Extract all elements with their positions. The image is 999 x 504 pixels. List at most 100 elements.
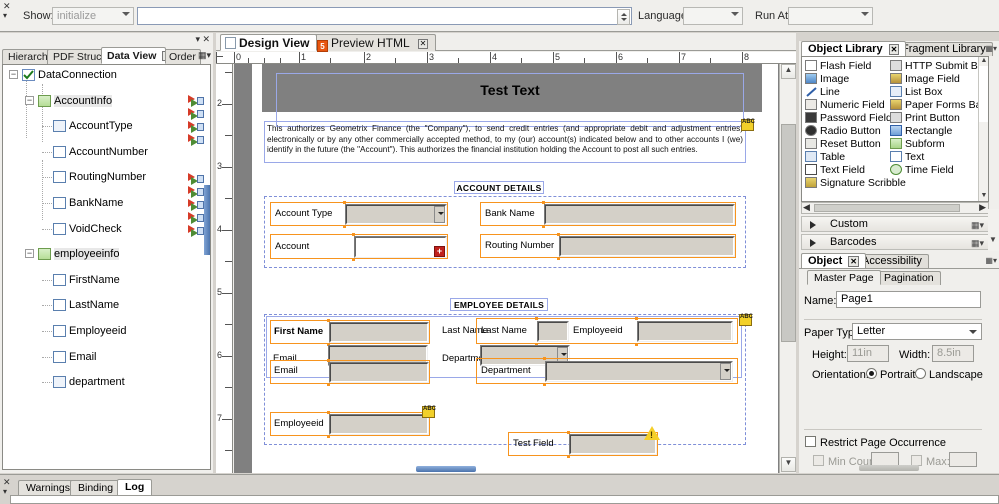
tree-node-email[interactable]: Email xyxy=(3,350,210,364)
scroll-thumb[interactable] xyxy=(814,204,960,212)
page-name-input[interactable]: Page1 xyxy=(836,291,981,308)
scroll-down-icon[interactable]: ▼ xyxy=(989,235,997,244)
employeeid-bottom-input[interactable] xyxy=(329,414,429,435)
tree-node-accountinfo[interactable]: − AccountInfo xyxy=(3,94,210,108)
scroll-left-icon[interactable]: ◀ xyxy=(803,202,810,213)
resize-handle[interactable] xyxy=(327,319,330,322)
library-item-text-field[interactable]: Text Field xyxy=(805,164,865,176)
resize-handle[interactable] xyxy=(635,317,638,320)
canvas-horizontal-scroll-thumb[interactable] xyxy=(416,466,476,472)
library-sections-scrollbar[interactable]: ▼ xyxy=(988,209,999,251)
resize-handle[interactable] xyxy=(327,383,330,386)
left-panel-controls[interactable]: ▾ ✕ xyxy=(195,34,210,45)
library-item-image-field[interactable]: Image Field xyxy=(890,73,960,85)
last-name-field-group[interactable]: Last Name Employeeid xyxy=(476,317,738,346)
resize-handle[interactable] xyxy=(542,201,545,204)
bank-name-input[interactable] xyxy=(544,204,735,225)
first-name-input[interactable] xyxy=(329,322,429,343)
resize-handle[interactable] xyxy=(535,317,538,320)
tab-object[interactable]: Object ✕ xyxy=(801,253,866,268)
min-count-checkbox[interactable] xyxy=(813,455,824,466)
scroll-down-icon[interactable]: ▼ xyxy=(781,457,796,472)
tab-preview-html[interactable]: 5 Preview HTML ✕ xyxy=(312,34,437,52)
resize-handle[interactable] xyxy=(352,233,355,236)
employeeid-input[interactable] xyxy=(637,321,733,342)
resize-handle[interactable] xyxy=(343,225,346,228)
section-menu-icon[interactable]: ▦▾ xyxy=(971,236,984,250)
tree-node-lastname[interactable]: LastName xyxy=(3,299,210,312)
tab-fragment-library[interactable]: Fragment Library xyxy=(895,42,993,56)
left-panel-splitter-handle[interactable] xyxy=(204,185,210,255)
close-icon[interactable]: ✕ xyxy=(3,478,13,487)
tree-node-routingnumber[interactable]: RoutingNumber xyxy=(3,171,210,184)
library-item-text[interactable]: Text xyxy=(890,151,924,163)
close-icon[interactable]: ✕ xyxy=(162,51,165,61)
object-library-list[interactable]: Flash Field Image Line Numeric Field Pas… xyxy=(801,56,989,202)
collapse-icon[interactable]: − xyxy=(25,95,34,105)
library-item-password-field[interactable]: Password Field xyxy=(805,112,892,124)
first-name-field-group[interactable]: First Name xyxy=(270,319,430,346)
max-input[interactable] xyxy=(949,452,977,467)
account-field-group[interactable]: Account + xyxy=(270,233,448,261)
script-expression-input[interactable] xyxy=(137,7,632,25)
scroll-thumb[interactable] xyxy=(979,66,988,122)
resize-handle[interactable] xyxy=(543,357,546,360)
tab-warnings[interactable]: Warnings xyxy=(18,480,78,495)
close-icon[interactable]: ✕ xyxy=(3,2,13,11)
collapse-icon[interactable]: − xyxy=(25,249,34,259)
library-item-image[interactable]: Image xyxy=(805,73,849,85)
resize-handle[interactable] xyxy=(557,257,560,260)
email-input[interactable] xyxy=(329,362,429,383)
data-tree[interactable]: − DataConnection − AccountInfo AccountTy… xyxy=(2,64,211,470)
page-width-input[interactable]: 8.5in xyxy=(932,345,974,362)
tab-log[interactable]: Log xyxy=(117,479,153,495)
resize-handle[interactable] xyxy=(567,431,570,434)
script-bar-close-controls[interactable]: ✕ ▾ xyxy=(3,2,13,21)
employeeid-bottom-field-group[interactable]: Employeeid xyxy=(270,411,430,438)
tree-node-voidcheck[interactable]: VoidCheck xyxy=(3,222,210,236)
language-dropdown[interactable] xyxy=(683,7,743,25)
bank-name-field-group[interactable]: Bank Name xyxy=(480,201,736,228)
scroll-right-icon[interactable]: ▶ xyxy=(979,202,986,213)
runat-dropdown[interactable] xyxy=(788,7,873,25)
resize-handle[interactable] xyxy=(343,201,346,204)
orientation-landscape-radio[interactable] xyxy=(915,368,926,379)
resize-handle[interactable] xyxy=(327,411,330,414)
chevron-down-icon[interactable] xyxy=(434,206,445,223)
tab-order[interactable]: Order xyxy=(163,49,201,64)
resize-handle[interactable] xyxy=(542,225,545,228)
tab-object-library[interactable]: Object Library ✕ xyxy=(801,41,907,56)
library-tab-menu-icon[interactable]: ▦▾ xyxy=(985,44,997,53)
chevron-down-icon[interactable]: ▾ xyxy=(3,11,13,20)
object-panel-splitter-handle[interactable] xyxy=(859,465,919,471)
tree-node-employeeid[interactable]: Employeeid xyxy=(3,324,210,338)
resize-handle[interactable] xyxy=(327,359,330,362)
library-item-line[interactable]: Line xyxy=(805,86,840,98)
tab-design-view[interactable]: Design View xyxy=(220,34,318,51)
vertical-ruler[interactable]: 2 3 4 5 6 7 xyxy=(216,64,233,473)
routing-number-input[interactable] xyxy=(559,236,735,257)
resize-handle[interactable] xyxy=(557,233,560,236)
library-item-signature-scribble[interactable]: Signature Scribble xyxy=(805,177,906,189)
library-item-http-submit-button[interactable]: HTTP Submit Butto xyxy=(890,60,988,72)
library-item-reset-button[interactable]: Reset Button xyxy=(805,138,881,150)
department-dropdown[interactable] xyxy=(545,361,733,382)
paper-type-dropdown[interactable]: Letter xyxy=(852,323,982,340)
account-type-dropdown[interactable] xyxy=(345,204,447,225)
resize-handle[interactable] xyxy=(543,383,546,386)
resize-handle[interactable] xyxy=(567,455,570,458)
department-field-group[interactable]: Department xyxy=(476,357,738,386)
tree-node-employeeinfo[interactable]: − employeeinfo xyxy=(3,248,210,261)
library-item-time-field[interactable]: Time Field xyxy=(890,164,954,176)
tab-data-view[interactable]: Data View ✕ xyxy=(101,47,166,64)
tab-accessibility[interactable]: Accessibility xyxy=(855,254,929,268)
spinner-icon[interactable] xyxy=(617,9,630,25)
library-vertical-scrollbar[interactable]: ▲ ▼ xyxy=(978,57,988,201)
scroll-up-icon[interactable]: ▲ xyxy=(781,64,796,79)
chevron-down-icon[interactable] xyxy=(720,363,731,380)
restrict-page-occurrence-checkbox[interactable] xyxy=(805,436,816,447)
add-instance-button[interactable]: + xyxy=(434,246,445,257)
email-field-group[interactable]: Email xyxy=(270,359,430,386)
tab-hierarchy[interactable]: Hierarch xyxy=(2,49,50,64)
tree-node-accountnumber[interactable]: AccountNumber xyxy=(3,145,210,159)
